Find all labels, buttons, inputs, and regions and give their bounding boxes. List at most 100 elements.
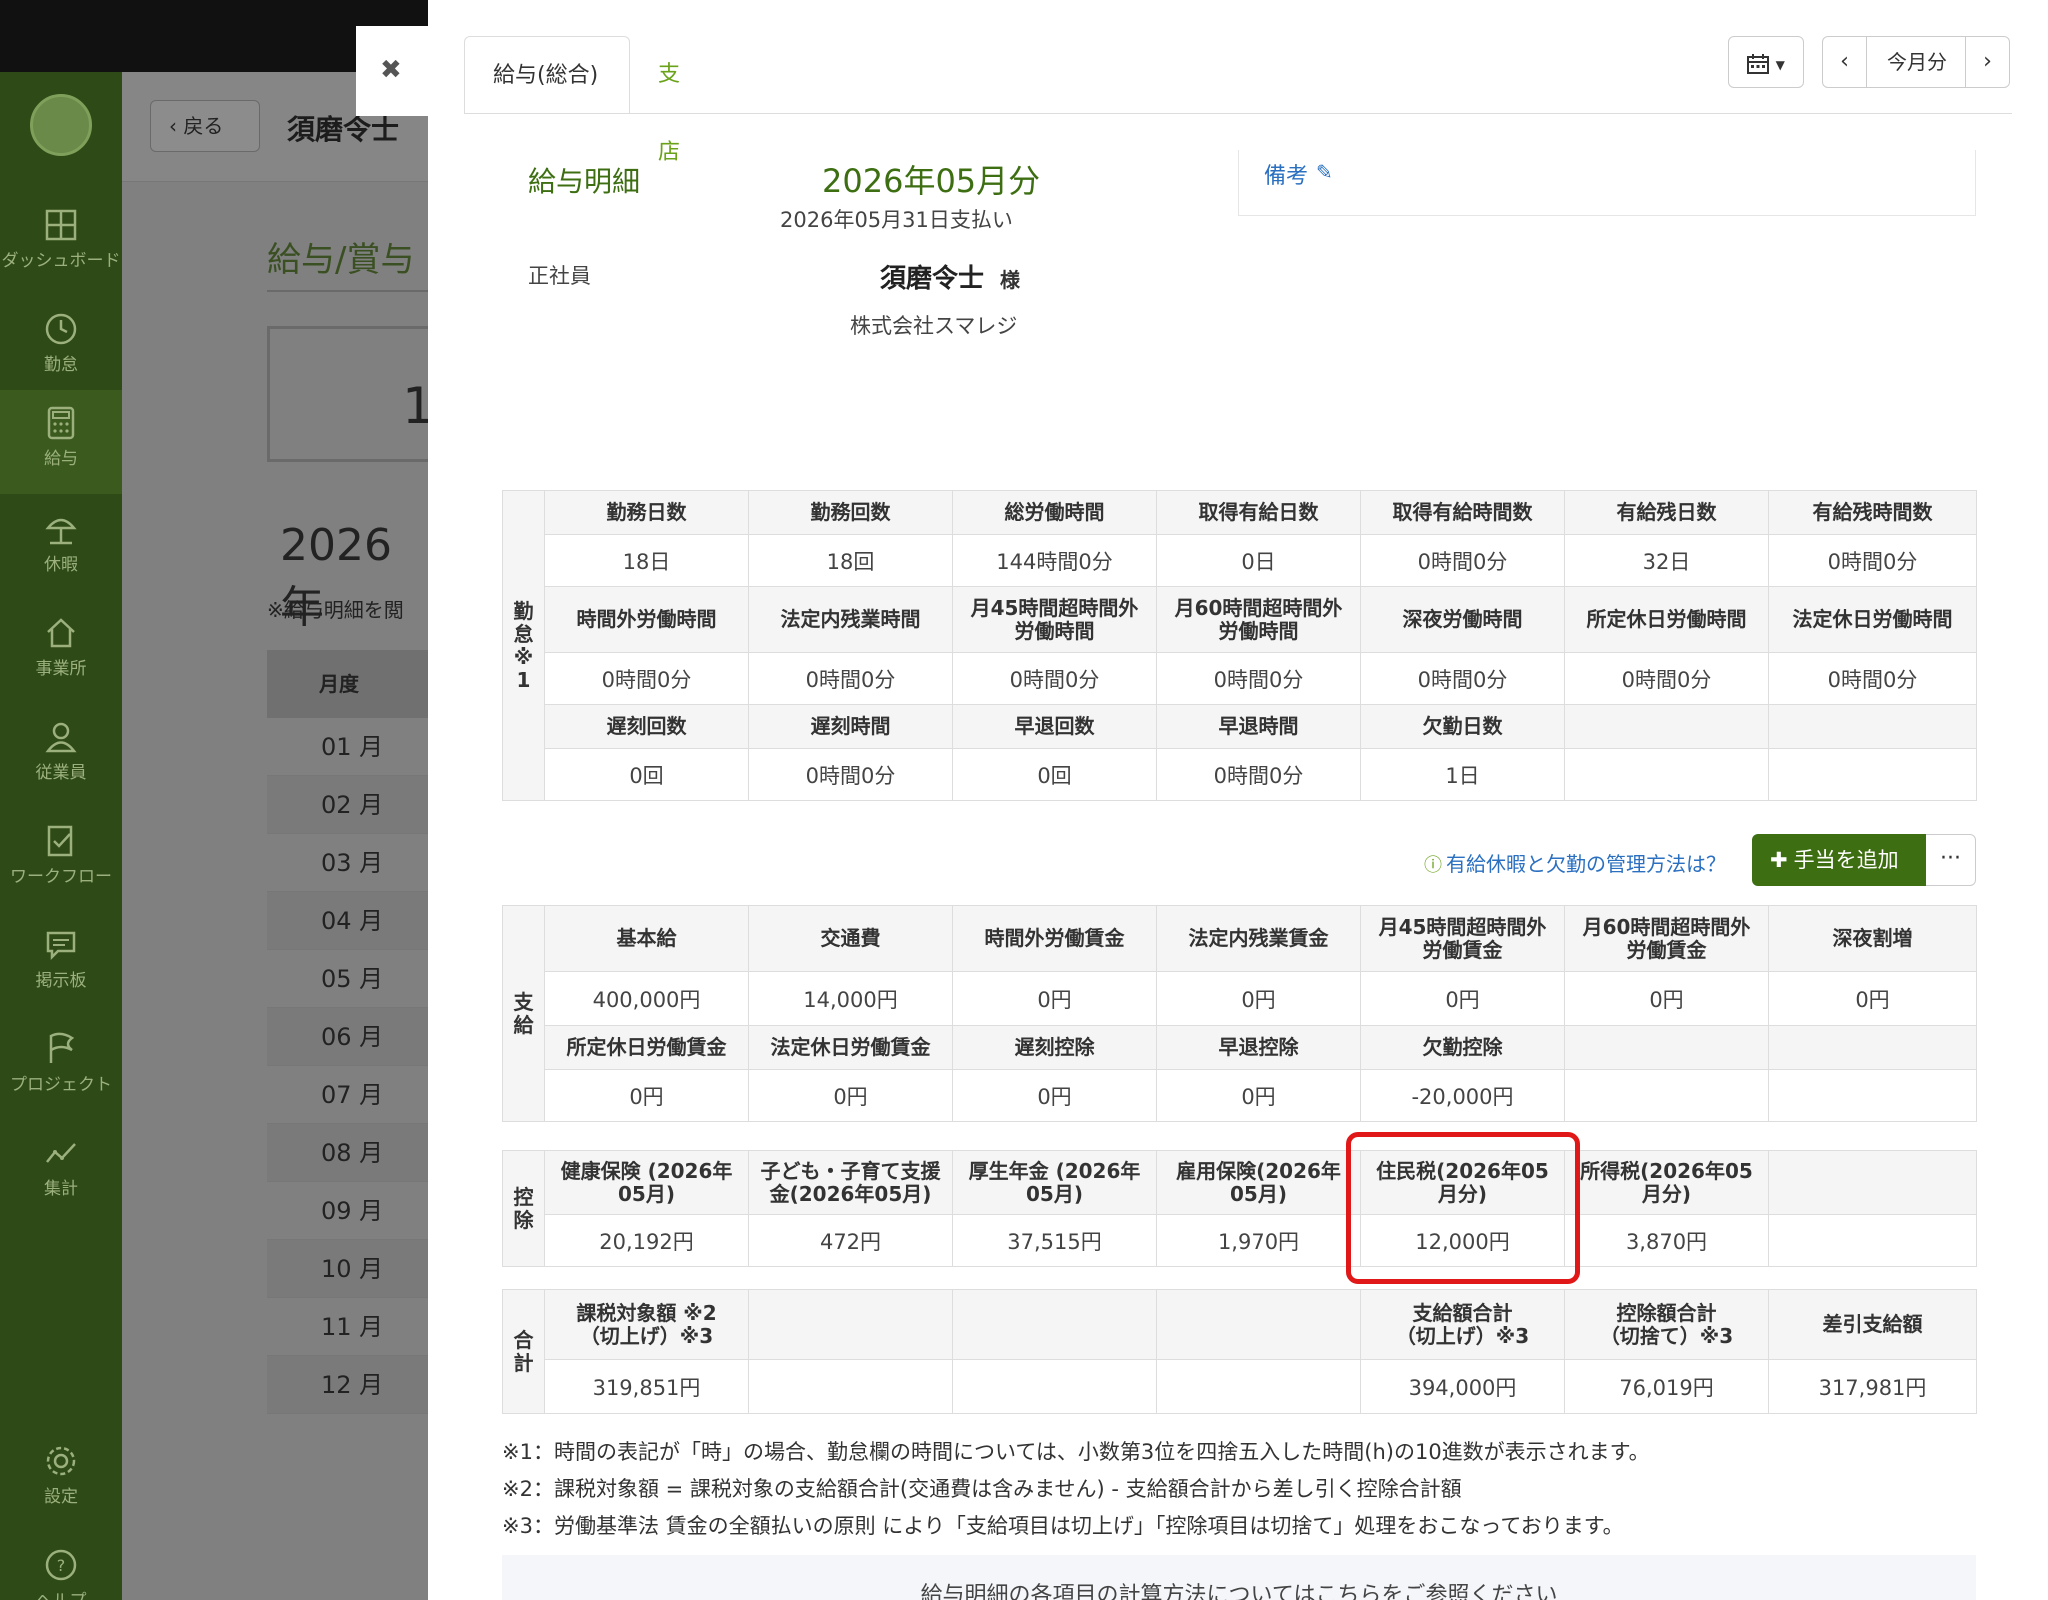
message-icon bbox=[46, 931, 76, 961]
sidebar-item-payroll[interactable]: 給与 bbox=[0, 390, 122, 494]
section-label: 支 給 bbox=[502, 905, 545, 1122]
table-row: 319,851円 394,000円 76,019円 317,981円 bbox=[503, 1359, 1977, 1414]
workflow-icon bbox=[47, 825, 73, 857]
table-cell: 394,000円 bbox=[1360, 1359, 1565, 1414]
current-month-button[interactable]: 今月分 bbox=[1867, 37, 1967, 87]
column-header: 所得税(2026年05 月分) bbox=[1564, 1150, 1769, 1215]
table-cell: -20,000円 bbox=[1360, 1069, 1565, 1122]
sidebar-item-office[interactable]: 事業所 bbox=[0, 600, 122, 704]
month-row[interactable]: 09 月 bbox=[267, 1182, 432, 1240]
column-header: 時間外労働賃金 bbox=[952, 905, 1157, 972]
table-cell: 472円 bbox=[748, 1214, 953, 1267]
sidebar-item-employees[interactable]: 従業員 bbox=[0, 704, 122, 808]
next-month-button[interactable]: › bbox=[1965, 37, 2009, 87]
sidebar-item-attendance[interactable]: 勤怠 bbox=[0, 296, 122, 400]
month-row[interactable]: 12 月 bbox=[267, 1356, 432, 1414]
add-allowance-button[interactable]: ✚ 手当を追加 bbox=[1752, 834, 1926, 886]
month-row[interactable]: 04 月 bbox=[267, 892, 432, 950]
calculation-help-link[interactable]: 給与明細の各項目の計算方法についてはこちらをご参照ください bbox=[502, 1555, 1976, 1600]
sidebar-item-dashboard[interactable]: ダッシュボード bbox=[0, 192, 122, 296]
column-header: 有給残日数 bbox=[1564, 490, 1769, 535]
column-header: 深夜割増 bbox=[1768, 905, 1977, 972]
column-header: 勤務日数 bbox=[544, 490, 749, 535]
month-row[interactable]: 10 月 bbox=[267, 1240, 432, 1298]
sidebar-item-label: ヘルプ bbox=[0, 1586, 122, 1600]
tab-salary-total[interactable]: 給与(総合) bbox=[464, 36, 630, 114]
table-cell: 0時間0分 bbox=[1768, 652, 1977, 705]
table-cell bbox=[748, 1359, 953, 1414]
avatar[interactable] bbox=[30, 94, 92, 156]
table-cell: 400,000円 bbox=[544, 971, 749, 1026]
table-cell: 0時間0分 bbox=[1360, 534, 1565, 587]
footnote-2: ※2：課税対象額 = 課税対象の支給額合計(交通費は含みません) - 支給額合計… bbox=[502, 1477, 1462, 1501]
table-cell: 20,192円 bbox=[544, 1214, 749, 1267]
user-icon bbox=[45, 722, 77, 753]
column-header: 支給額合計 （切上げ）※3 bbox=[1360, 1289, 1565, 1360]
column-header: 雇用保険(2026年 05月) bbox=[1156, 1150, 1361, 1215]
column-header bbox=[1768, 1025, 1977, 1070]
column-header: 月60時間超時間外 労働賃金 bbox=[1564, 905, 1769, 972]
tab-branch[interactable]: 支店 bbox=[630, 36, 708, 165]
sidebar-item-workflow[interactable]: ワークフロー bbox=[0, 808, 122, 912]
column-header: 遅刻回数 bbox=[544, 704, 749, 749]
column-header bbox=[1564, 704, 1769, 749]
month-row[interactable]: 08 月 bbox=[267, 1124, 432, 1182]
table-cell: 0日 bbox=[1156, 534, 1361, 587]
svg-text:?: ? bbox=[57, 1556, 66, 1575]
calculation-help-label: 給与明細の各項目の計算方法についてはこちらをご参照ください bbox=[920, 1583, 1558, 1600]
month-header: 月度 bbox=[267, 650, 432, 718]
more-options-button[interactable]: ··· bbox=[1926, 834, 1976, 886]
pencil-icon[interactable]: ✎ bbox=[1316, 160, 1333, 184]
table-cell bbox=[952, 1359, 1157, 1414]
sidebar-item-board[interactable]: 掲示板 bbox=[0, 912, 122, 1016]
table-cell: 0時間0分 bbox=[748, 652, 953, 705]
section-label: 勤 怠 ※ 1 bbox=[502, 490, 545, 801]
month-row[interactable]: 07 月 bbox=[267, 1066, 432, 1124]
column-header: 取得有給時間数 bbox=[1360, 490, 1565, 535]
totals-table: 合 計課税対象額 ※2 （切上げ）※3 支給額合計 （切上げ）※3 控除額合計 （切… bbox=[502, 1289, 1977, 1414]
column-header: 課税対象額 ※2 （切上げ）※3 bbox=[544, 1289, 749, 1360]
paid-leave-help-link[interactable]: ⓘ 有給休暇と欠勤の管理方法は？ bbox=[1424, 848, 1726, 877]
table-cell: 0回 bbox=[544, 748, 749, 801]
table-cell: 0円 bbox=[544, 1069, 749, 1122]
table-row: 400,000円 14,000円 0円 0円 0円 0円 0円 bbox=[503, 971, 1977, 1026]
sidebar-item-vacation[interactable]: 休暇 bbox=[0, 496, 122, 600]
back-button[interactable]: ‹ 戻る bbox=[150, 100, 260, 152]
chart-icon bbox=[46, 1143, 76, 1163]
remarks-link[interactable]: 備考 bbox=[1264, 158, 1308, 190]
month-row[interactable]: 06 月 bbox=[267, 1008, 432, 1066]
month-row[interactable]: 03 月 bbox=[267, 834, 432, 892]
month-row[interactable]: 11 月 bbox=[267, 1298, 432, 1356]
sidebar-item-label: 休暇 bbox=[44, 555, 78, 575]
month-row[interactable]: 05 月 bbox=[267, 950, 432, 1008]
table-cell bbox=[1156, 1359, 1361, 1414]
calendar-dropdown-button[interactable]: ▼ bbox=[1728, 36, 1804, 88]
column-header: 法定休日労働賃金 bbox=[748, 1025, 953, 1070]
column-header bbox=[1564, 1025, 1769, 1070]
column-header: 月45時間超時間外 労働時間 bbox=[952, 586, 1157, 653]
prev-month-button[interactable]: ‹ bbox=[1823, 37, 1867, 87]
sidebar-item-label: プロジェクト bbox=[10, 1075, 112, 1095]
sidebar-item-settings[interactable]: 設定 bbox=[0, 1428, 122, 1532]
section-label: 控 除 bbox=[502, 1150, 545, 1267]
employee-name: 須磨令士 bbox=[880, 264, 985, 294]
month-row[interactable]: 01 月 bbox=[267, 718, 432, 776]
payslip-month: 2026年05月分 bbox=[822, 162, 1041, 200]
column-header: 有給残時間数 bbox=[1768, 490, 1977, 535]
sidebar-item-stats[interactable]: 集計 bbox=[0, 1120, 122, 1224]
table-cell bbox=[1564, 748, 1769, 801]
table-cell bbox=[1768, 748, 1977, 801]
sidebar-item-project[interactable]: プロジェクト bbox=[0, 1016, 122, 1120]
table-row: 0時間0分 0時間0分 0時間0分 0時間0分 0時間0分 0時間0分 0時間0分 bbox=[503, 652, 1977, 705]
pay-date: 2026年05月31日支払い bbox=[780, 208, 1013, 232]
close-icon[interactable]: ✖ bbox=[380, 55, 402, 85]
sidebar-item-label: ダッシュボード bbox=[1, 251, 121, 271]
column-header: 早退控除 bbox=[1156, 1025, 1361, 1070]
table-cell: 1日 bbox=[1360, 748, 1565, 801]
table-cell: 0時間0分 bbox=[544, 652, 749, 705]
table-cell: 0円 bbox=[1156, 1069, 1361, 1122]
month-row[interactable]: 02 月 bbox=[267, 776, 432, 834]
sidebar-item-help[interactable]: ? ヘルプ bbox=[0, 1532, 122, 1600]
table-header-row: 所定休日労働賃金 法定休日労働賃金 遅刻控除 早退控除 欠勤控除 bbox=[503, 1025, 1977, 1070]
column-header: 所定休日労働賃金 bbox=[544, 1025, 749, 1070]
